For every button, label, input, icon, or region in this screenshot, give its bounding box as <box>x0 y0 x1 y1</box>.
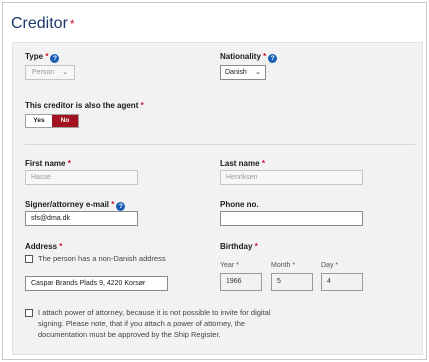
birthday-month-field[interactable]: 5 <box>271 273 313 291</box>
type-select[interactable]: Person ⌄ <box>25 65 75 80</box>
birthday-year-field[interactable]: 1966 <box>220 273 262 291</box>
birthday-required-mark: * <box>254 242 258 251</box>
agent-label-text: This creditor is also the agent <box>25 101 139 110</box>
chevron-down-icon: ⌄ <box>255 69 261 76</box>
address-value: Caspar Brands Plads 9, 4220 Korsør <box>31 280 146 287</box>
non-danish-address-checkbox[interactable] <box>25 255 33 263</box>
last-name-value: Henriksen <box>226 174 258 181</box>
first-name-label: First name * <box>25 159 71 168</box>
section-title-text: Creditor <box>11 15 68 32</box>
first-name-label-text: First name <box>25 159 66 168</box>
email-label: Signer/attorney e-mail *? <box>25 200 126 211</box>
year-label: Year * <box>220 262 239 269</box>
birthday-label: Birthday * <box>220 242 258 251</box>
nationality-required-mark: * <box>263 52 267 61</box>
phone-field[interactable] <box>220 211 363 226</box>
address-required-mark: * <box>59 242 63 251</box>
year-label-text: Year <box>220 262 235 269</box>
day-required-mark: * <box>335 262 339 269</box>
email-value: sfs@dma.dk <box>31 215 71 222</box>
first-name-required-mark: * <box>67 159 71 168</box>
power-of-attorney-line-2: signing. Please note, that if you attach… <box>38 319 246 328</box>
creditor-form-panel: Type *? Person ⌄ Nationality *? Danish ⌄… <box>12 42 423 355</box>
power-of-attorney-text: I attach power of attorney, because it i… <box>38 307 271 340</box>
nationality-label: Nationality *? <box>220 52 278 63</box>
last-name-field[interactable]: Henriksen <box>220 170 363 185</box>
month-label: Month * <box>271 262 295 269</box>
agent-no-option[interactable]: No <box>52 115 78 127</box>
power-of-attorney-line-3: documentation must be approved by the Sh… <box>38 330 221 339</box>
birthday-day-field[interactable]: 4 <box>321 273 363 291</box>
last-name-label: Last name * <box>220 159 265 168</box>
month-label-text: Month <box>271 262 291 269</box>
agent-toggle[interactable]: Yes No <box>25 114 79 128</box>
birthday-year-value: 1966 <box>226 278 242 285</box>
required-mark: * <box>69 17 75 31</box>
last-name-label-text: Last name <box>220 159 260 168</box>
type-required-mark: * <box>45 52 49 61</box>
birthday-day-value: 4 <box>327 278 331 285</box>
section-divider <box>25 144 415 145</box>
address-label-text: Address <box>25 242 58 251</box>
type-label: Type *? <box>25 52 60 63</box>
email-required-mark: * <box>111 200 115 209</box>
nationality-select-value: Danish <box>225 69 247 76</box>
power-of-attorney-checkbox[interactable] <box>25 309 33 317</box>
address-field[interactable]: Caspar Brands Plads 9, 4220 Korsør <box>25 276 168 291</box>
day-label: Day * <box>321 262 338 269</box>
last-name-required-mark: * <box>261 159 265 168</box>
first-name-value: Hasse <box>31 174 51 181</box>
question-circle-icon[interactable]: ? <box>50 54 60 63</box>
chevron-down-icon: ⌄ <box>62 69 68 76</box>
type-label-text: Type <box>25 52 44 61</box>
year-required-mark: * <box>236 262 239 269</box>
agent-required-mark: * <box>140 101 144 110</box>
question-circle-icon[interactable]: ? <box>116 202 126 211</box>
non-danish-address-label: The person has a non-Danish address <box>38 254 166 263</box>
first-name-field[interactable]: Hasse <box>25 170 138 185</box>
nationality-select[interactable]: Danish ⌄ <box>220 65 266 80</box>
agent-yes-option[interactable]: Yes <box>26 115 52 127</box>
day-label-text: Day <box>321 262 334 269</box>
nationality-label-text: Nationality <box>220 52 261 61</box>
birthday-label-text: Birthday <box>220 242 253 251</box>
email-field[interactable]: sfs@dma.dk <box>25 211 138 226</box>
birthday-month-value: 5 <box>277 278 281 285</box>
month-required-mark: * <box>292 262 296 269</box>
creditor-card: Creditor * Type *? Person ⌄ Nationality *… <box>2 2 427 360</box>
power-of-attorney-line-1: I attach power of attorney, because it i… <box>38 308 271 317</box>
phone-label-text: Phone no. <box>220 200 259 209</box>
email-label-text: Signer/attorney e-mail <box>25 200 110 209</box>
address-label: Address * <box>25 242 62 251</box>
agent-label: This creditor is also the agent * <box>25 101 144 110</box>
phone-label: Phone no. <box>220 200 259 209</box>
question-circle-icon[interactable]: ? <box>268 54 278 63</box>
section-title: Creditor * <box>11 15 75 33</box>
type-select-value: Person <box>32 69 55 76</box>
